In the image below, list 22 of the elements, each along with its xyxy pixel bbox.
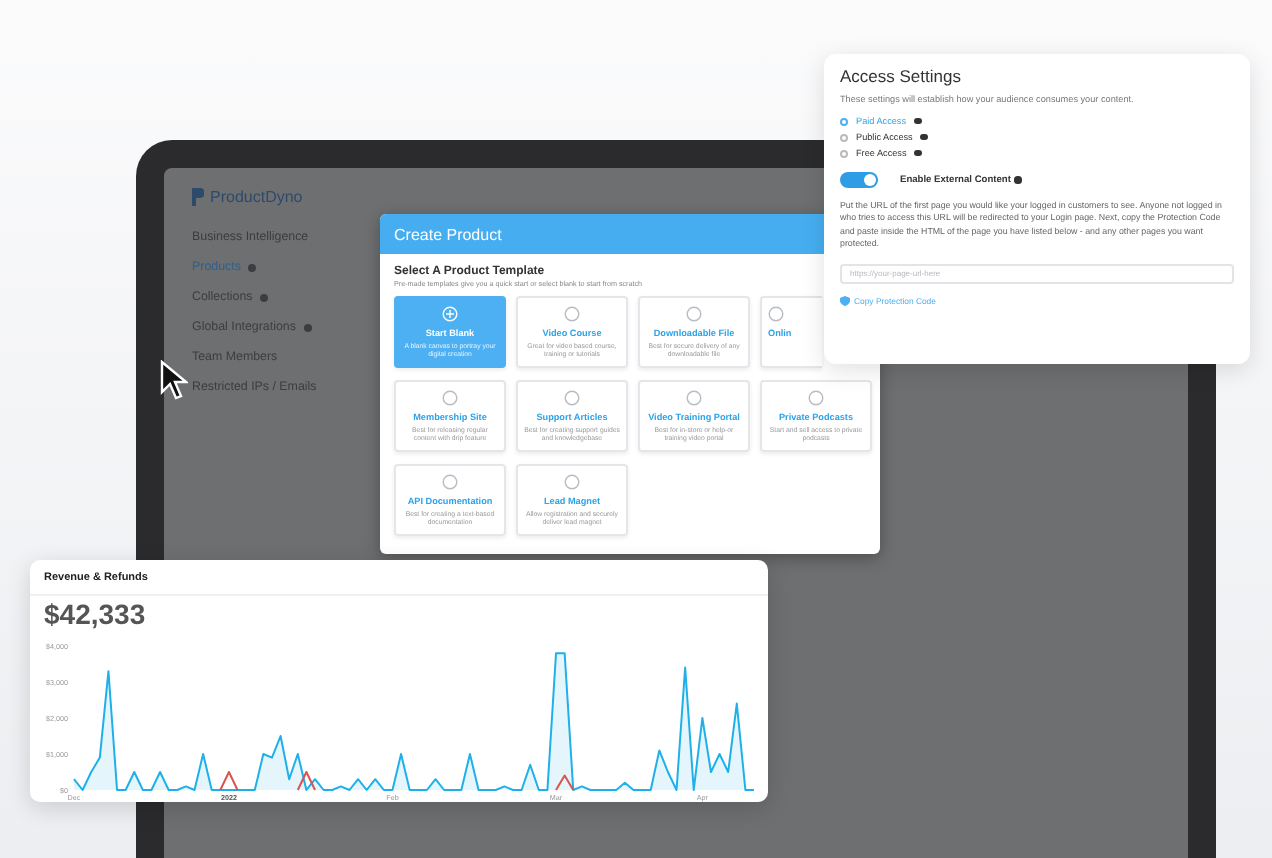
circle-icon — [564, 306, 580, 322]
circle-icon — [768, 306, 784, 322]
circle-icon — [442, 474, 458, 490]
logo-icon — [192, 188, 204, 206]
shield-icon — [840, 295, 850, 305]
circle-icon — [564, 390, 580, 406]
panel-title: Access Settings — [840, 66, 963, 86]
revenue-total: $42,333 — [42, 596, 148, 630]
circle-icon — [808, 390, 824, 406]
plus-circle-icon — [442, 306, 458, 322]
circle-icon — [564, 474, 580, 490]
circle-icon — [442, 390, 458, 406]
toggle-switch[interactable] — [840, 172, 878, 188]
modal-title: Create Product — [394, 225, 502, 243]
circle-icon — [686, 306, 702, 322]
radio-button[interactable] — [840, 117, 848, 125]
help-icon — [1014, 176, 1023, 184]
circle-icon — [686, 390, 702, 406]
radio-button[interactable] — [840, 133, 848, 141]
radio-button[interactable] — [840, 149, 848, 157]
logo-text: ProductDyno — [210, 188, 303, 206]
cursor-icon — [160, 360, 188, 400]
